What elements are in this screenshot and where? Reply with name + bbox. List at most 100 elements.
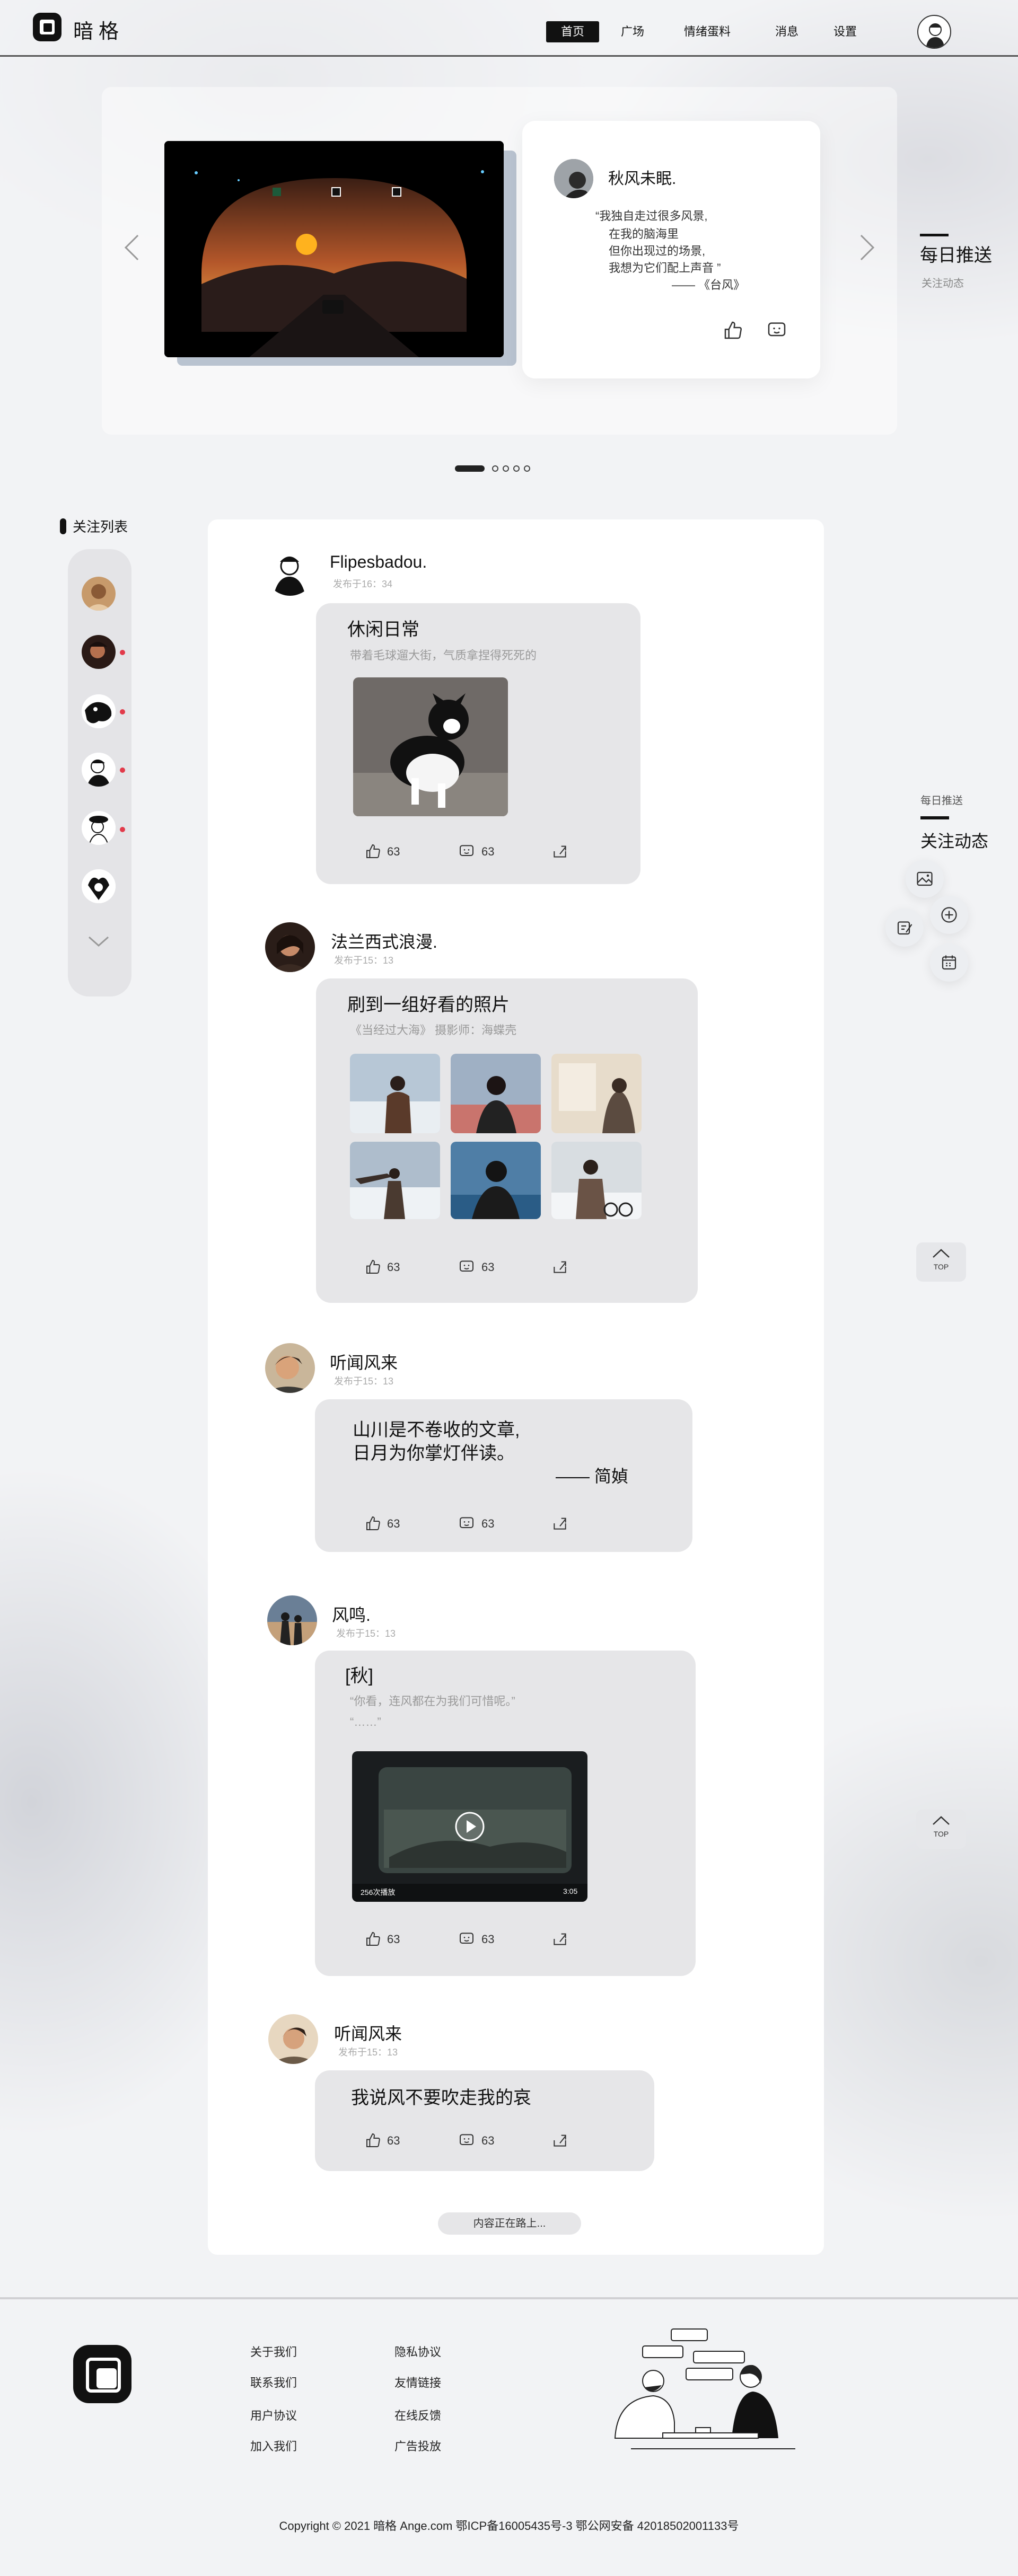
footer-link[interactable]: 关于我们 xyxy=(250,2343,297,2360)
comment-icon[interactable] xyxy=(458,1930,475,1947)
carousel-dot[interactable] xyxy=(513,465,520,472)
footer-link[interactable]: 加入我们 xyxy=(250,2437,297,2454)
follow-avatar[interactable] xyxy=(82,577,116,611)
follow-avatar[interactable] xyxy=(82,811,116,845)
like-icon[interactable] xyxy=(365,2132,382,2149)
footer-logo-icon[interactable] xyxy=(73,2345,131,2403)
nav-square[interactable]: 广场 xyxy=(621,21,644,42)
photo-grid-item[interactable] xyxy=(451,1054,541,1133)
back-to-top-button[interactable]: TOP xyxy=(916,1810,966,1849)
play-icon[interactable] xyxy=(454,1811,486,1842)
post-author[interactable]: 法兰西式浪漫. xyxy=(331,929,437,953)
unread-dot xyxy=(120,650,125,655)
logo-text[interactable]: 暗格 xyxy=(73,15,124,44)
footer-link[interactable]: 用户协议 xyxy=(250,2406,297,2423)
calendar-icon[interactable] xyxy=(940,953,959,972)
logo-icon[interactable] xyxy=(33,13,62,41)
user-avatar[interactable] xyxy=(917,15,951,49)
footer-link[interactable]: 联系我们 xyxy=(250,2374,297,2390)
post-subtitle: 带着毛球遛大街，气质拿捏得死死的 xyxy=(350,649,537,662)
like-count: 63 xyxy=(387,845,400,858)
post-avatar[interactable] xyxy=(265,1343,315,1393)
daily-push-title[interactable]: 每日推送 xyxy=(920,241,992,267)
quote-author-avatar[interactable] xyxy=(554,159,593,198)
post-time: 发布于15：13 xyxy=(334,1376,394,1387)
follow-avatar[interactable] xyxy=(82,869,116,903)
footer-link[interactable]: 友情链接 xyxy=(394,2374,441,2390)
share-icon[interactable] xyxy=(551,1515,568,1532)
footer-link[interactable]: 在线反馈 xyxy=(394,2406,441,2423)
like-icon[interactable] xyxy=(365,1258,382,1275)
photo-grid-item[interactable] xyxy=(451,1142,541,1219)
footer-divider xyxy=(0,2297,1018,2299)
loading-more[interactable]: 内容正在路上... xyxy=(438,2212,581,2235)
nav-settings[interactable]: 设置 xyxy=(833,21,857,42)
side-follow-bar xyxy=(920,816,949,819)
post-image[interactable] xyxy=(353,677,508,816)
nav-messages[interactable]: 消息 xyxy=(775,21,798,42)
photo-grid-item[interactable] xyxy=(350,1142,440,1219)
add-icon[interactable] xyxy=(940,905,959,924)
post-author[interactable]: 风鸣. xyxy=(332,1602,371,1626)
follow-list-title: 关注列表 xyxy=(73,519,128,535)
follow-avatar[interactable] xyxy=(82,753,116,787)
post-avatar[interactable] xyxy=(267,1595,317,1645)
carousel-dot[interactable] xyxy=(524,465,530,472)
comment-icon[interactable] xyxy=(458,1258,475,1275)
like-icon[interactable] xyxy=(365,1515,382,1532)
photo-grid-item[interactable] xyxy=(551,1142,642,1219)
share-icon[interactable] xyxy=(551,1930,568,1947)
comment-icon[interactable] xyxy=(766,320,787,341)
quote-source: —— 《台风》 xyxy=(672,278,745,292)
post-avatar[interactable] xyxy=(265,546,315,596)
chevron-up-icon xyxy=(933,1816,950,1825)
post-title: 刷到一组好看的照片 xyxy=(347,995,510,1015)
video-views: 256次播放 xyxy=(361,1888,396,1896)
carousel-dot-active[interactable] xyxy=(455,465,485,472)
top-label: TOP xyxy=(933,1830,949,1838)
post-avatar[interactable] xyxy=(268,2014,318,2064)
share-icon[interactable] xyxy=(551,2132,568,2149)
post-author[interactable]: 听闻风来 xyxy=(334,2021,402,2045)
post-avatar[interactable] xyxy=(265,922,315,972)
like-icon[interactable] xyxy=(723,320,744,341)
post-author[interactable]: Flipesbadou. xyxy=(330,552,427,572)
side-daily-push[interactable]: 每日推送 xyxy=(920,792,963,807)
follow-avatar[interactable] xyxy=(82,635,116,669)
comment-count: 63 xyxy=(481,1517,495,1530)
banner-photo[interactable] xyxy=(164,141,504,357)
footer-link[interactable]: 广告投放 xyxy=(394,2437,441,2454)
side-follow-title[interactable]: 关注动态 xyxy=(920,828,988,852)
unread-dot xyxy=(120,767,125,773)
footer-link[interactable]: 隐私协议 xyxy=(394,2343,441,2360)
quote-card: 秋风未眠. “我独自走过很多风景, 在我的脑海里 但你出现过的场景, 我想为它们… xyxy=(522,121,820,378)
image-icon[interactable] xyxy=(915,869,934,888)
chevron-down-icon[interactable] xyxy=(87,934,110,949)
nav-home[interactable]: 首页 xyxy=(546,21,600,42)
edit-icon[interactable] xyxy=(895,918,914,937)
comment-count: 63 xyxy=(481,2134,495,2147)
daily-push-sub[interactable]: 关注动态 xyxy=(922,275,964,290)
comment-icon[interactable] xyxy=(458,1515,475,1532)
post-author[interactable]: 听闻风来 xyxy=(330,1349,398,1374)
header-divider xyxy=(0,55,1018,57)
nav-emotion[interactable]: 情绪蛋料 xyxy=(684,21,731,42)
like-icon[interactable] xyxy=(365,843,382,860)
comment-icon[interactable] xyxy=(458,843,475,860)
photo-grid-item[interactable] xyxy=(350,1054,440,1133)
like-count: 63 xyxy=(387,1260,400,1274)
quote-line-4: 我想为它们配上声音 ” xyxy=(609,261,721,275)
back-to-top-button[interactable]: TOP xyxy=(916,1242,966,1282)
quote-line-2: 在我的脑海里 xyxy=(609,227,679,241)
photo-grid-item[interactable] xyxy=(551,1054,642,1133)
comment-count: 63 xyxy=(481,1260,495,1274)
carousel-dot[interactable] xyxy=(503,465,509,472)
share-icon[interactable] xyxy=(551,843,568,860)
comment-icon[interactable] xyxy=(458,2132,475,2149)
unread-dot xyxy=(120,709,125,714)
share-icon[interactable] xyxy=(551,1258,568,1275)
quote-line-1: “我独自走过很多风景, xyxy=(595,209,708,223)
like-icon[interactable] xyxy=(365,1930,382,1947)
carousel-dot[interactable] xyxy=(492,465,498,472)
follow-avatar[interactable] xyxy=(82,694,116,728)
